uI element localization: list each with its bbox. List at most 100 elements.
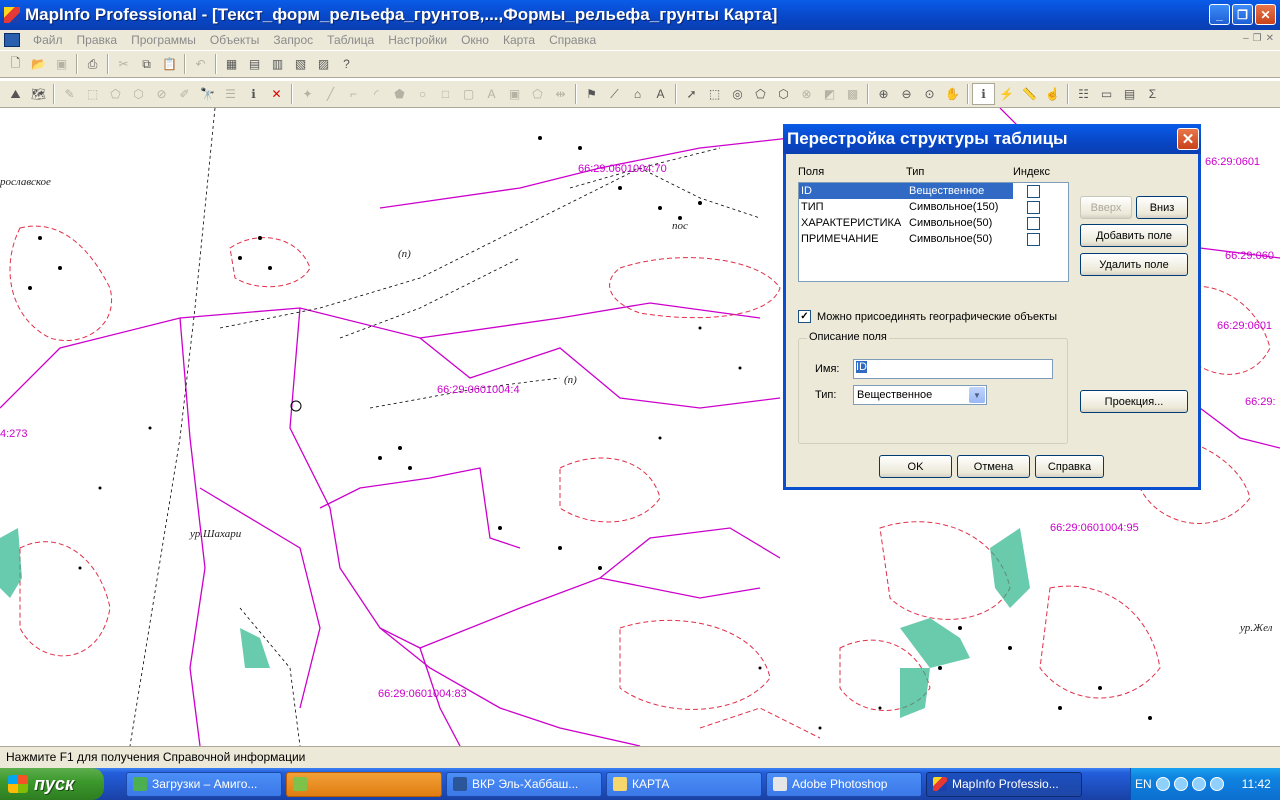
rounded-rect-tool-icon[interactable]: ▢ xyxy=(457,83,480,105)
projection-button[interactable]: Проекция... xyxy=(1080,390,1188,413)
copy-icon[interactable]: ⧉ xyxy=(135,53,158,75)
style-tool-icon[interactable]: A xyxy=(649,83,672,105)
add-field-button[interactable]: Добавить поле xyxy=(1080,224,1188,247)
frame-tool-icon[interactable]: ▣ xyxy=(503,83,526,105)
unselect-all-icon[interactable]: ⊗ xyxy=(795,83,818,105)
taskbar-item[interactable]: Adobe Photoshop xyxy=(766,771,922,797)
delete-field-button[interactable]: Удалить поле xyxy=(1080,253,1188,276)
zoom-in-icon[interactable]: ⊕ xyxy=(872,83,895,105)
change-view-icon[interactable]: ⊙ xyxy=(918,83,941,105)
field-row[interactable]: ПРИМЕЧАНИЕ Символьное(50) xyxy=(799,231,1068,247)
graph-select-icon[interactable]: ✐ xyxy=(173,83,196,105)
reshape-icon[interactable]: ✎ xyxy=(58,83,81,105)
find-icon[interactable]: 🔭 xyxy=(196,83,219,105)
start-button[interactable]: пуск xyxy=(0,768,104,800)
new-mapper-icon[interactable]: ▤ xyxy=(243,53,266,75)
fields-list[interactable]: ID Вещественное ТИП Символьное(150) ХАРА… xyxy=(798,182,1069,282)
line-tool-icon[interactable]: ╱ xyxy=(319,83,342,105)
statistics-icon[interactable]: ▤ xyxy=(1118,83,1141,105)
maximize-button[interactable]: ❐ xyxy=(1232,4,1253,25)
symbol-tool-icon[interactable]: ✦ xyxy=(296,83,319,105)
help-button[interactable]: Справка xyxy=(1035,455,1104,478)
arc-tool-icon[interactable]: ◜ xyxy=(365,83,388,105)
help-pointer-icon[interactable]: ? xyxy=(335,53,358,75)
index-checkbox[interactable] xyxy=(1026,184,1040,198)
info-tool-icon[interactable]: ℹ xyxy=(972,83,995,105)
new-grapher-icon[interactable]: ▥ xyxy=(266,53,289,75)
taskbar-item[interactable]: MapInfo Professio... xyxy=(926,771,1082,797)
dialog-close-button[interactable]: ✕ xyxy=(1177,128,1199,150)
split-icon[interactable]: ⇹ xyxy=(549,83,572,105)
index-checkbox[interactable] xyxy=(1026,216,1040,230)
invert-select-icon[interactable]: ◩ xyxy=(818,83,841,105)
polygon-select-icon[interactable]: ⬠ xyxy=(104,83,127,105)
add-node-icon[interactable]: ⬠ xyxy=(526,83,549,105)
polyline-tool-icon[interactable]: ⌐ xyxy=(342,83,365,105)
hotlink-icon[interactable]: ⌂ xyxy=(626,83,649,105)
paste-icon[interactable]: 📋 xyxy=(158,53,181,75)
index-checkbox[interactable] xyxy=(1026,232,1040,246)
ok-button[interactable]: OK xyxy=(879,455,952,478)
polygon-select-arrow-icon[interactable]: ⬠ xyxy=(749,83,772,105)
network-icon[interactable] xyxy=(1173,777,1188,791)
cut-icon[interactable]: ✂ xyxy=(112,53,135,75)
redistricter-icon[interactable]: ▨ xyxy=(312,53,335,75)
layer-control-2-icon[interactable]: ☷ xyxy=(1072,83,1095,105)
index-checkbox[interactable] xyxy=(1026,200,1040,214)
zoom-out-icon[interactable]: ⊖ xyxy=(895,83,918,105)
taskbar-item[interactable]: ВКР Эль-Хаббаш... xyxy=(446,771,602,797)
security-icon[interactable] xyxy=(1209,777,1224,791)
marquee-select-icon[interactable]: ⬚ xyxy=(81,83,104,105)
open-folder-icon[interactable]: 📂 xyxy=(27,53,50,75)
field-name-input[interactable]: ID xyxy=(853,359,1053,379)
menu-options[interactable]: Настройки xyxy=(381,33,454,47)
menu-table[interactable]: Таблица xyxy=(320,33,381,47)
taskbar-item[interactable]: Загрузки – Амиго... xyxy=(126,771,282,797)
clear-selection-icon[interactable]: ✕ xyxy=(265,83,288,105)
boundary-select-arrow-icon[interactable]: ⬡ xyxy=(772,83,795,105)
select-arrow-icon[interactable]: ➚ xyxy=(680,83,703,105)
field-row[interactable]: ТИП Символьное(150) xyxy=(799,199,1068,215)
menu-map[interactable]: Карта xyxy=(496,33,542,47)
unselect-icon[interactable]: ⊘ xyxy=(150,83,173,105)
info-icon[interactable]: ℹ xyxy=(242,83,265,105)
close-button[interactable]: ✕ xyxy=(1255,4,1276,25)
menu-query[interactable]: Запрос xyxy=(266,33,320,47)
label-tool-icon[interactable]: ⚑ xyxy=(580,83,603,105)
ellipse-tool-icon[interactable]: ○ xyxy=(411,83,434,105)
menu-edit[interactable]: Правка xyxy=(70,33,125,47)
legend-icon[interactable]: ▭ xyxy=(1095,83,1118,105)
move-down-button[interactable]: Вниз xyxy=(1136,196,1188,219)
field-type-select[interactable]: Вещественное ▼ xyxy=(853,385,987,405)
undo-icon[interactable]: ↶ xyxy=(189,53,212,75)
pan-hand-icon[interactable]: ✋ xyxy=(941,83,964,105)
graph-tool-icon[interactable]: ▩ xyxy=(841,83,864,105)
taskbar-item[interactable]: КАРТА xyxy=(606,771,762,797)
hotlink-tool-icon[interactable]: ⚡ xyxy=(995,83,1018,105)
menu-tools[interactable]: Программы xyxy=(124,33,203,47)
attach-geo-checkbox[interactable]: ✓ xyxy=(798,310,811,323)
field-row[interactable]: ХАРАКТЕРИСТИКА Символьное(50) xyxy=(799,215,1068,231)
mdi-minimize-button[interactable]: ‒ xyxy=(1243,33,1249,44)
save-icon[interactable]: ▣ xyxy=(50,53,73,75)
text-tool-icon[interactable]: A xyxy=(480,83,503,105)
field-row[interactable]: ID Вещественное xyxy=(799,183,1068,199)
radius-select-icon[interactable]: ◎ xyxy=(726,83,749,105)
polygon-tool-icon[interactable]: ⬟ xyxy=(388,83,411,105)
print-icon[interactable]: ⎙ xyxy=(81,53,104,75)
menu-window[interactable]: Окно xyxy=(454,33,496,47)
new-layout-icon[interactable]: ▧ xyxy=(289,53,312,75)
menu-help[interactable]: Справка xyxy=(542,33,603,47)
volume-icon[interactable] xyxy=(1191,777,1206,791)
map-tool-icon[interactable]: 🗺 xyxy=(27,83,50,105)
tray-expand-icon[interactable] xyxy=(1155,777,1170,791)
minimize-button[interactable]: _ xyxy=(1209,4,1230,25)
document-window-icon[interactable] xyxy=(4,33,20,47)
menu-file[interactable]: Файл xyxy=(26,33,70,47)
attach-geo-option[interactable]: ✓ Можно присоединять географические объе… xyxy=(798,310,1057,323)
ruler-tool-icon[interactable]: ⟋ xyxy=(603,83,626,105)
cancel-button[interactable]: Отмена xyxy=(957,455,1030,478)
sum-icon[interactable]: Σ xyxy=(1141,83,1164,105)
ruler-icon[interactable]: 📏 xyxy=(1018,83,1041,105)
mdi-close-button[interactable]: ✕ xyxy=(1266,33,1274,44)
